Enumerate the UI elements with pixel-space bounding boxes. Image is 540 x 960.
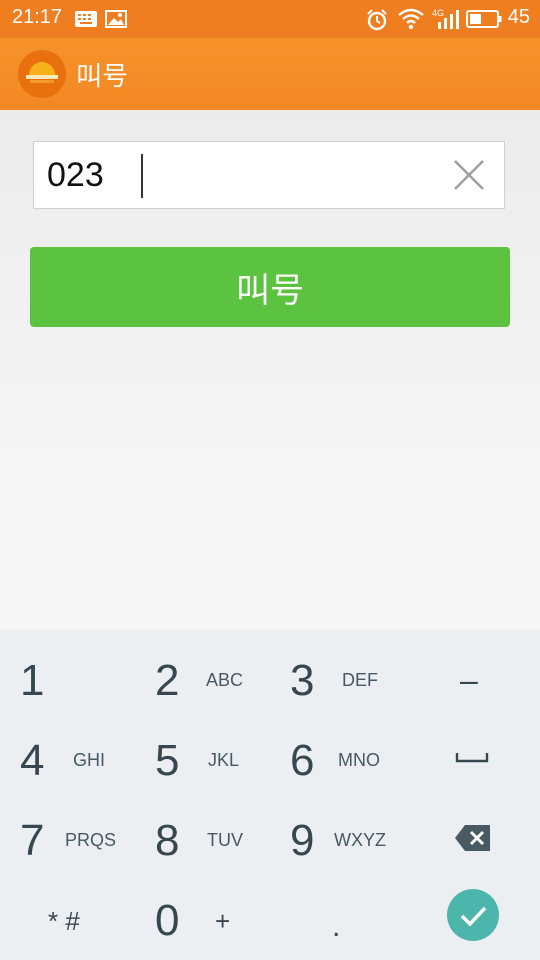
key-letters: DEF — [342, 670, 378, 690]
status-bar: 21:17 4G 45 — [0, 0, 540, 38]
key-star-hash[interactable]: * # — [0, 880, 135, 960]
key-space[interactable] — [405, 720, 540, 800]
key-letters: MNO — [338, 750, 380, 770]
key-dot[interactable]: . — [270, 880, 405, 960]
key-2[interactable]: 2 ABC — [135, 640, 270, 720]
key-digit: 8 — [155, 816, 180, 865]
key-digit: 9 — [290, 816, 315, 865]
key-5[interactable]: 5 JKL — [135, 720, 270, 800]
status-time: 21:17 — [12, 6, 63, 28]
image-notification-icon — [105, 10, 127, 32]
signal-icon — [436, 8, 460, 34]
alarm-icon — [366, 9, 388, 35]
star-hash-symbol: * # — [48, 906, 80, 936]
close-icon[interactable] — [452, 158, 486, 192]
space-icon — [455, 750, 489, 769]
key-digit: 1 — [20, 656, 45, 705]
key-digit: 2 — [155, 656, 180, 705]
key-3[interactable]: 3 DEF — [270, 640, 405, 720]
key-digit: 4 — [20, 736, 45, 785]
key-digit: 0 — [155, 896, 180, 945]
key-letters: PRQS — [65, 830, 117, 850]
app-logo[interactable] — [18, 50, 66, 98]
key-digit: 5 — [155, 736, 180, 785]
wifi-icon — [398, 8, 424, 34]
key-backspace[interactable] — [405, 800, 540, 880]
key-4[interactable]: 4 GHI — [0, 720, 135, 800]
key-9[interactable]: 9 WXYZ — [270, 800, 405, 880]
minus-symbol: – — [460, 662, 478, 698]
key-letters: ABC — [206, 670, 244, 690]
keyboard-notification-icon — [75, 11, 97, 31]
key-6[interactable]: 6 MNO — [270, 720, 405, 800]
key-digit: 3 — [290, 656, 315, 705]
key-7[interactable]: 7 PRQS — [0, 800, 135, 880]
call-number-button[interactable]: 叫号 — [30, 247, 510, 327]
key-8[interactable]: 8 TUV — [135, 800, 270, 880]
backspace-icon — [454, 824, 492, 857]
key-done[interactable] — [405, 880, 540, 960]
numeric-keypad: 1 2 ABC 3 DEF – 4 GHI 5 JKL 6 MNO 7 PRQS… — [0, 630, 540, 960]
app-title: 叫号 — [76, 62, 129, 92]
main-content: 023 叫号 — [0, 110, 540, 630]
key-minus[interactable]: – — [405, 640, 540, 720]
text-caret — [141, 154, 143, 198]
key-letters: TUV — [207, 830, 243, 850]
key-letters: JKL — [208, 750, 240, 770]
key-1[interactable]: 1 — [0, 640, 135, 720]
plus-symbol: + — [215, 906, 231, 936]
battery-icon — [466, 10, 502, 32]
key-0[interactable]: 0 + — [135, 880, 270, 960]
number-input[interactable]: 023 — [33, 141, 505, 209]
key-digit: 6 — [290, 736, 315, 785]
dot-symbol: . — [332, 910, 341, 943]
battery-percent: 45 — [507, 6, 530, 28]
key-digit: 7 — [20, 816, 45, 865]
checkmark-icon — [446, 888, 500, 947]
app-bar: 叫号 — [0, 38, 540, 110]
number-input-value[interactable]: 023 — [47, 156, 104, 195]
key-letters: GHI — [73, 750, 106, 770]
key-letters: WXYZ — [334, 830, 386, 850]
